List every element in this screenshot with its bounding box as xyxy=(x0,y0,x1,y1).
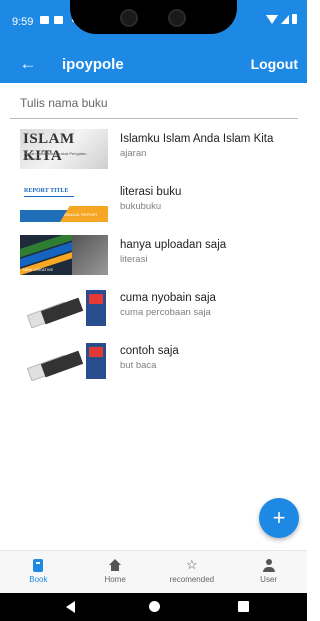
bottom-navigation: Book Home ☆ recomended User xyxy=(0,550,307,593)
nav-item-label: Book xyxy=(29,575,48,584)
book-cover-image xyxy=(20,341,108,381)
camera-notch xyxy=(70,0,237,34)
nav-item-label: recomended xyxy=(169,575,215,584)
front-camera-icon xyxy=(168,9,186,27)
book-title: literasi buku xyxy=(120,186,182,198)
book-list-item[interactable]: ISLAM KITA Ajaran untuk Masyarakat Penga… xyxy=(0,121,307,174)
book-list-item[interactable]: cuma nyobain saja cuma percobaan saja xyxy=(0,280,307,333)
book-subtitle: bukubuku xyxy=(120,201,162,212)
star-icon: ☆ xyxy=(186,557,198,572)
nav-item-book[interactable]: Book xyxy=(0,551,77,593)
status-system-icons xyxy=(266,14,297,24)
book-cover-image: NEW CREATIVE xyxy=(20,235,108,275)
nav-item-recomended[interactable]: ☆ recomended xyxy=(154,551,231,593)
search-input[interactable] xyxy=(10,87,298,118)
book-title: hanya uploadan saja xyxy=(120,239,227,251)
cover-title-text: REPORT TITLE xyxy=(24,188,69,194)
status-notification-icons xyxy=(40,16,75,24)
book-title: contoh saja xyxy=(120,345,179,357)
system-home-icon[interactable] xyxy=(149,601,160,612)
nav-item-home[interactable]: Home xyxy=(77,551,154,593)
book-list-item[interactable]: contoh saja but baca xyxy=(0,333,307,386)
wifi-icon xyxy=(266,14,278,24)
system-back-icon[interactable] xyxy=(66,601,75,613)
book-list: ISLAM KITA Ajaran untuk Masyarakat Penga… xyxy=(0,121,307,386)
book-subtitle: ajaran xyxy=(120,148,147,159)
system-recents-icon[interactable] xyxy=(238,601,249,612)
cover-title-text: NEW CREATIVE xyxy=(23,267,54,272)
arrow-left-icon: ← xyxy=(19,54,37,73)
back-button[interactable]: ← xyxy=(16,52,40,76)
status-time: 9:59 xyxy=(12,16,34,28)
status-bar: 9:59 xyxy=(0,0,307,44)
nav-item-user[interactable]: User xyxy=(230,551,307,593)
app-title: ipoypole xyxy=(62,56,124,73)
cover-divider xyxy=(24,196,74,197)
book-icon xyxy=(33,557,44,573)
battery-icon xyxy=(292,14,297,24)
nav-item-label: Home xyxy=(104,575,126,584)
book-cover-image xyxy=(20,288,108,328)
book-title: cuma nyobain saja xyxy=(120,292,216,304)
nav-item-label: User xyxy=(260,575,278,584)
app-screen: 9:59 ← ipoypole Logout ISLAM KITA A xyxy=(0,0,307,621)
book-list-item[interactable]: REPORT TITLE ANNUAL REPORT literasi buku… xyxy=(0,174,307,227)
book-cover-image: REPORT TITLE ANNUAL REPORT xyxy=(20,182,108,222)
book-subtitle: literasi xyxy=(120,254,148,265)
cover-photo xyxy=(72,235,108,275)
book-subtitle: but baca xyxy=(120,360,157,371)
book-cover-image: ISLAM KITA Ajaran untuk Masyarakat Penga… xyxy=(20,129,108,169)
search-field xyxy=(10,87,298,119)
app-bar: ← ipoypole Logout xyxy=(0,44,307,83)
cell-signal-icon xyxy=(281,14,289,24)
sd-card-notification-icon xyxy=(54,16,63,24)
gallery-notification-icon xyxy=(40,16,49,24)
add-book-button[interactable]: + xyxy=(259,498,299,538)
user-icon xyxy=(262,557,275,573)
home-icon xyxy=(109,557,122,573)
cover-subtitle-text: ANNUAL REPORT xyxy=(64,212,98,217)
book-list-item[interactable]: NEW CREATIVE hanya uploadan saja literas… xyxy=(0,227,307,280)
cover-card-shape xyxy=(89,294,103,304)
book-title: Islamku Islam Anda Islam Kita xyxy=(120,133,274,145)
cover-card-shape xyxy=(89,347,103,357)
logout-button[interactable]: Logout xyxy=(251,56,298,72)
front-camera-icon xyxy=(120,9,138,27)
book-subtitle: cuma percobaan saja xyxy=(120,307,211,318)
system-navigation-bar xyxy=(0,593,307,621)
plus-icon: + xyxy=(272,505,286,530)
cover-subtitle-text: Ajaran untuk Masyarakat Pengatau Indones… xyxy=(24,151,87,161)
